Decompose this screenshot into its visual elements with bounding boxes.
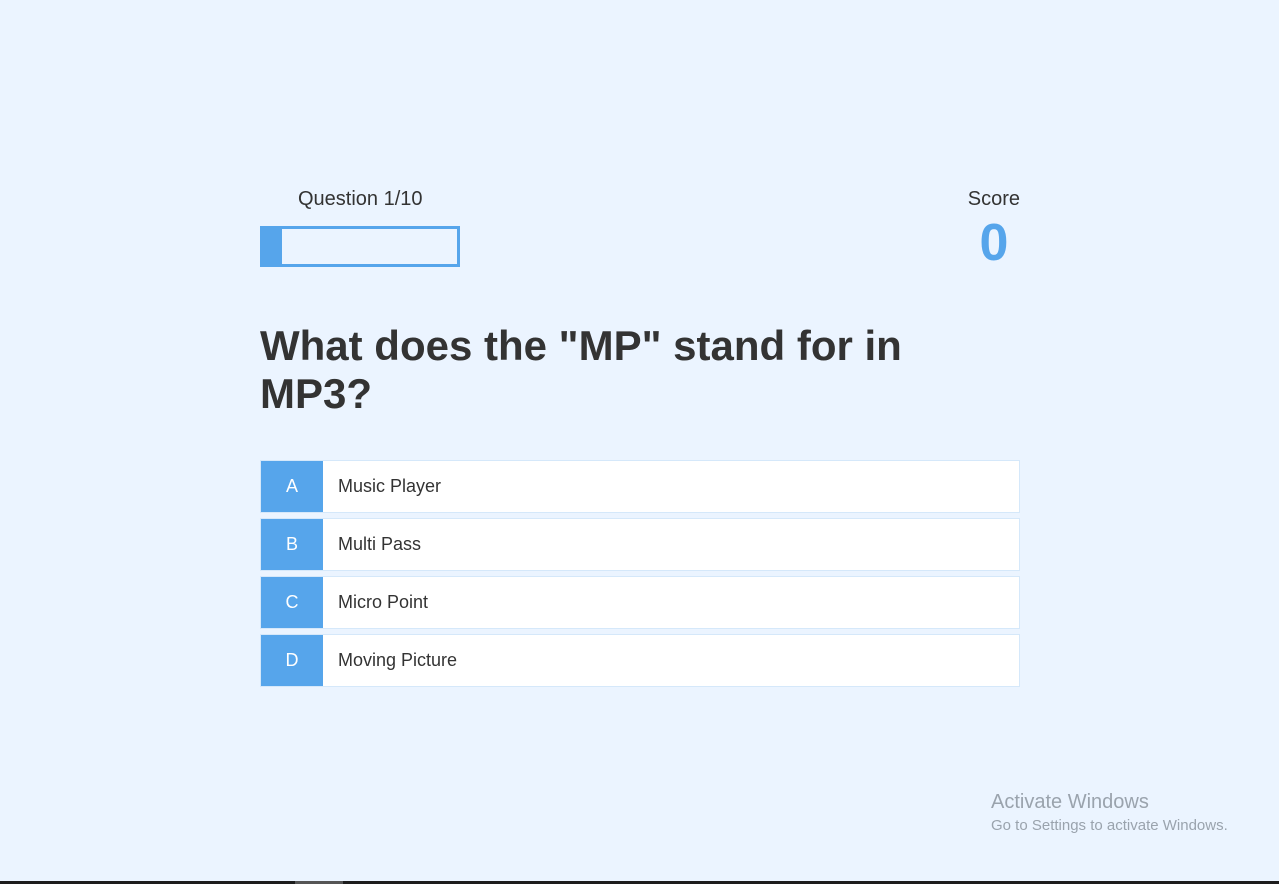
choice-prefix: C: [261, 577, 323, 628]
progress-bar: [260, 226, 460, 267]
choice-text: Music Player: [338, 476, 442, 496]
choice-text: Moving Picture: [338, 650, 458, 670]
choice-prefix: D: [261, 635, 323, 686]
choice-b[interactable]: B Multi Pass: [260, 518, 1020, 571]
choice-list: A Music Player B Multi Pass C Micro Poin…: [260, 460, 1020, 692]
choice-c[interactable]: C Micro Point: [260, 576, 1020, 629]
score-value: 0: [979, 214, 1009, 272]
choice-text: Micro Point: [338, 592, 429, 612]
watermark-subtitle: Go to Settings to activate Windows.: [991, 817, 1228, 834]
watermark-title: Activate Windows: [991, 791, 1149, 813]
question-text: What does the "MP" stand for in MP3?: [260, 322, 902, 417]
choice-d[interactable]: D Moving Picture: [260, 634, 1020, 687]
quiz-page: { "hud": { "progress_text": "Question 1/…: [0, 0, 1279, 884]
choice-prefix: B: [261, 519, 323, 570]
progress-text: Question 1/10: [298, 188, 423, 210]
choice-prefix: A: [261, 461, 323, 512]
activate-windows-watermark: Activate Windows Go to Settings to activ…: [991, 790, 1228, 836]
choice-text: Multi Pass: [338, 534, 422, 554]
progress-bar-fill: [263, 229, 283, 264]
choice-a[interactable]: A Music Player: [260, 460, 1020, 513]
score-label: Score: [967, 188, 1020, 210]
